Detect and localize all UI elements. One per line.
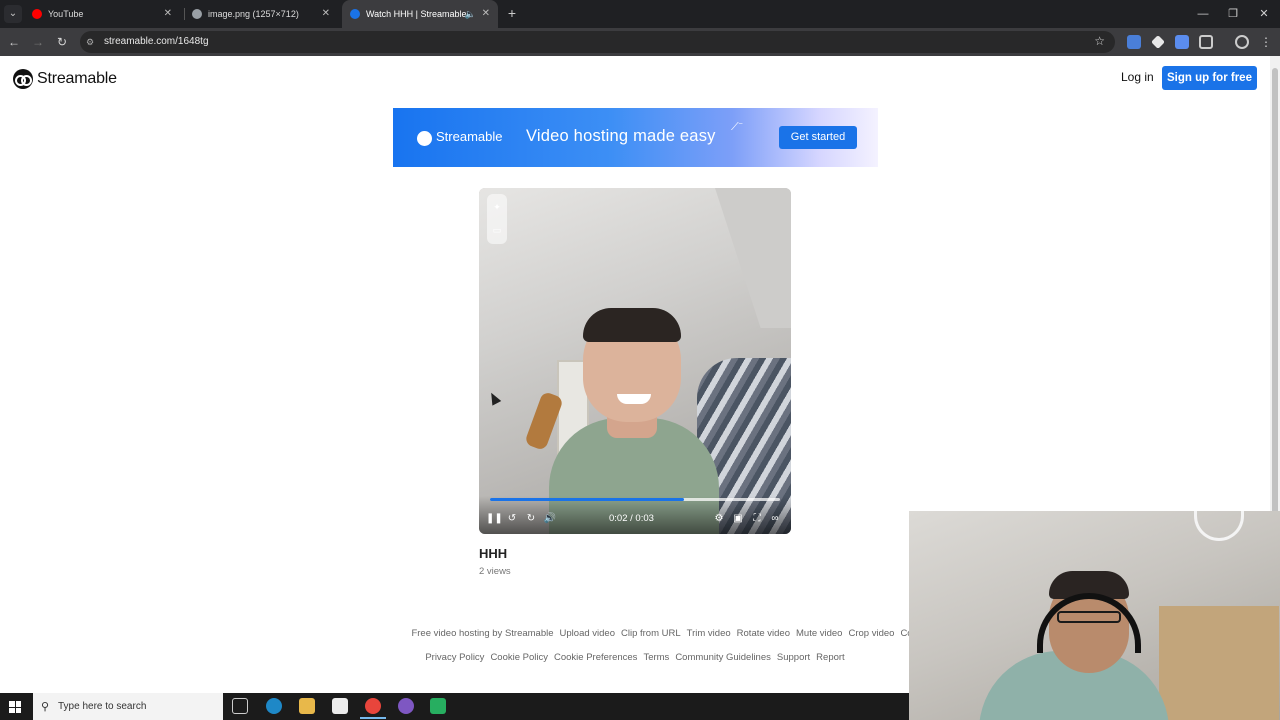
webcam-overlay [909, 511, 1280, 720]
volume-icon[interactable]: 🔊 [543, 512, 557, 526]
video-person-smile [617, 394, 651, 404]
get-started-button[interactable]: Get started [779, 126, 857, 149]
speaker-icon[interactable]: 🔈 [465, 0, 476, 28]
footer-link[interactable]: Report [816, 652, 845, 663]
tab-streamable[interactable]: Watch HHH | Streamable 🔈 ✕ [342, 0, 498, 28]
tab-title: Watch HHH | Streamable [366, 9, 467, 19]
cam-lamp [1194, 511, 1244, 541]
progress-bar [490, 498, 685, 501]
banner-brand: Streamable [436, 129, 503, 144]
footer-link[interactable]: Cookie Policy [490, 652, 548, 663]
translate-extension-icon[interactable] [1127, 35, 1141, 49]
address-bar[interactable]: ⚙ streamable.com/1648tg ☆ [80, 31, 1115, 53]
tab-close-icon[interactable]: ✕ [322, 0, 330, 28]
bookmark-star-icon[interactable]: ☆ [1094, 34, 1105, 48]
player-controls: ❚❚ ↺ ↻ 🔊 0:02 / 0:03 ⚙ ▣ ⛶ ∞ [479, 496, 791, 534]
restore-button[interactable]: ❐ [1218, 0, 1248, 28]
app-icon[interactable] [430, 698, 446, 714]
windows-start-icon[interactable] [9, 701, 21, 713]
store-icon[interactable] [332, 698, 348, 714]
close-window-button[interactable]: ✕ [1249, 0, 1279, 28]
file-explorer-icon[interactable] [299, 698, 315, 714]
diamond-extension-icon[interactable] [1151, 35, 1165, 49]
image-extension-icon[interactable] [1175, 35, 1189, 49]
extensions-puzzle-icon[interactable] [1199, 35, 1213, 49]
footer-link[interactable]: Clip from URL [621, 628, 681, 639]
signup-button[interactable]: Sign up for free [1162, 66, 1257, 90]
new-tab-button[interactable]: + [505, 4, 519, 22]
tab-image[interactable]: image.png (1257×712) ✕ [184, 0, 338, 28]
footer-link[interactable]: Trim video [687, 628, 731, 639]
video-title: HHH [479, 546, 508, 561]
time-display: 0:02 / 0:03 [609, 513, 654, 524]
back-icon[interactable]: ← [6, 34, 22, 50]
tab-youtube[interactable]: YouTube ✕ [24, 0, 180, 28]
sparkle-icon: ⟋⁻ [731, 121, 743, 133]
fullscreen-icon[interactable]: ⛶ [750, 512, 764, 526]
ai-sparkle-icon[interactable]: ✦ [492, 202, 502, 212]
forward-skip-icon[interactable]: ↻ [524, 512, 538, 526]
task-view-icon[interactable] [232, 698, 248, 714]
browser-tabstrip: ⌄ YouTube ✕ image.png (1257×712) ✕ Watch… [0, 0, 1280, 28]
logo-wordmark: Streamable [37, 70, 117, 87]
banner-tagline: Video hosting made easy [526, 127, 716, 145]
rewind-icon[interactable]: ↺ [505, 512, 519, 526]
minimize-button[interactable]: — [1188, 0, 1218, 28]
footer-link[interactable]: Cookie Preferences [554, 652, 637, 663]
menu-kebab-icon[interactable]: ⋮ [1258, 34, 1274, 50]
chrome-icon[interactable] [360, 698, 386, 719]
streamable-favicon-icon [350, 9, 360, 19]
forward-icon[interactable]: → [30, 34, 46, 50]
edge-icon[interactable] [266, 698, 282, 714]
youtube-favicon-icon [32, 9, 42, 19]
footer-link[interactable]: Community Guidelines [675, 652, 771, 663]
video-player[interactable]: ✦ ▭ ❚❚ ↺ ↻ 🔊 0:02 / 0:03 ⚙ ▣ ⛶ ∞ [479, 188, 791, 534]
taskbar-search-placeholder[interactable]: Type here to search [58, 693, 146, 720]
footer-link[interactable]: Mute video [796, 628, 842, 639]
streamable-logo-icon [13, 69, 33, 89]
tab-title: YouTube [48, 9, 84, 19]
banner-logo-icon [417, 131, 432, 146]
caption-icon[interactable]: ▭ [492, 225, 502, 235]
tab-search-button[interactable]: ⌄ [4, 5, 22, 23]
video-person-hair [583, 308, 681, 342]
tab-close-icon[interactable]: ✕ [164, 0, 172, 28]
streamable-player-icon[interactable]: ∞ [768, 512, 782, 526]
seek-bar[interactable] [490, 498, 780, 501]
footer-link[interactable]: Crop video [848, 628, 894, 639]
browser-toolbar: ← → ↻ ⚙ streamable.com/1648tg ☆ ⋮ [0, 28, 1280, 56]
player-side-tools: ✦ ▭ [487, 194, 507, 244]
reload-icon[interactable]: ↻ [54, 34, 70, 50]
url-text[interactable]: streamable.com/1648tg [104, 31, 209, 53]
tab-title: image.png (1257×712) [208, 9, 299, 19]
promo-banner[interactable]: Streamable Video hosting made easy ⟋⁻ Ge… [393, 108, 878, 167]
footer-link[interactable]: Rotate video [737, 628, 790, 639]
settings-gear-icon[interactable]: ⚙ [712, 512, 726, 526]
cam-door [1159, 606, 1279, 720]
globe-favicon-icon [192, 9, 202, 19]
footer-link[interactable]: Privacy Policy [425, 652, 484, 663]
discord-icon[interactable] [398, 698, 414, 714]
site-info-icon[interactable]: ⚙ [86, 36, 98, 48]
login-link[interactable]: Log in [1121, 70, 1154, 84]
picture-in-picture-icon[interactable]: ▣ [731, 512, 745, 526]
profile-icon[interactable] [1235, 35, 1249, 49]
search-icon: ⚲ [41, 701, 50, 713]
streamable-logo[interactable]: Streamable [13, 68, 117, 90]
view-count: 2 views [479, 566, 511, 577]
taskbar-search[interactable]: ⚲ Type here to search [33, 693, 223, 720]
footer-link[interactable]: Upload video [560, 628, 615, 639]
tab-close-icon[interactable]: ✕ [482, 0, 490, 28]
pause-icon[interactable]: ❚❚ [486, 512, 503, 526]
footer-link[interactable]: Terms [643, 652, 669, 663]
footer-link[interactable]: Free video hosting by Streamable [411, 628, 553, 639]
windows-taskbar: ⚲ Type here to search [0, 693, 909, 720]
footer-link[interactable]: Support [777, 652, 810, 663]
